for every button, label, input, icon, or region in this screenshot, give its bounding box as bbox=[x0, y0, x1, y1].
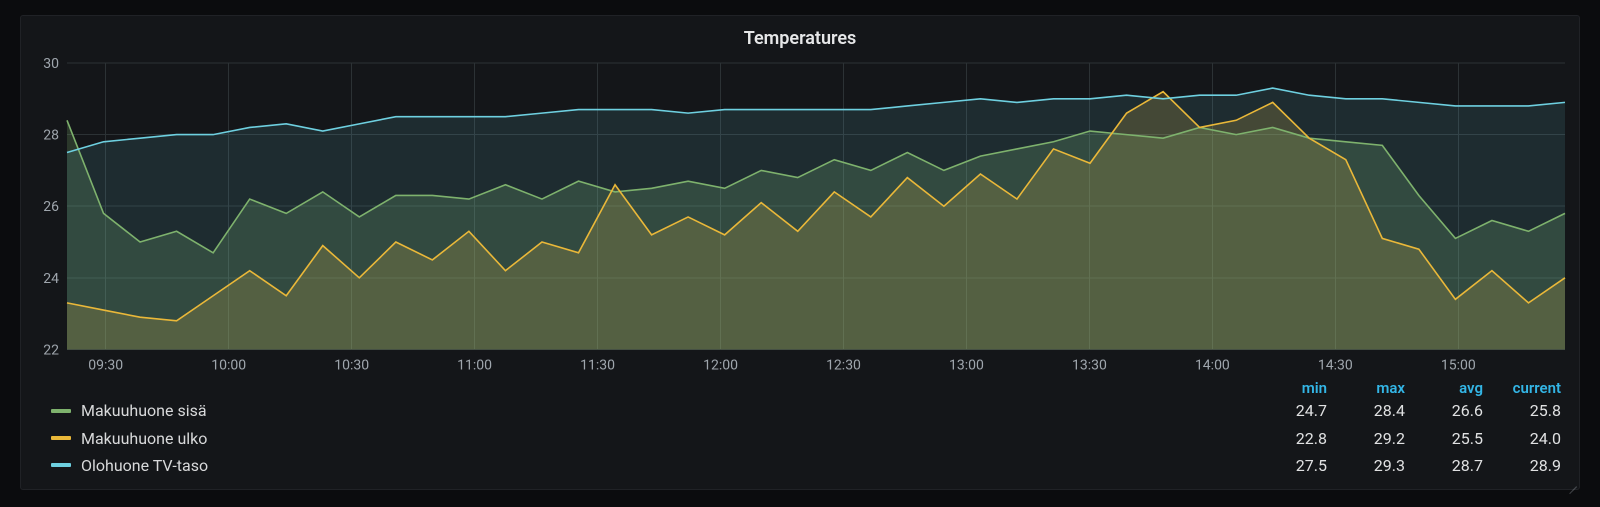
chart-area[interactable]: 22 24 26 28 30 09:30 10:00 10:30 11:00 11:30 12:0… bbox=[21, 57, 1579, 375]
legend-label: Olohuone TV-taso bbox=[81, 452, 1249, 479]
legend-current: 28.9 bbox=[1483, 452, 1561, 479]
legend-col-max: max bbox=[1327, 379, 1405, 397]
legend-values: 27.529.328.728.9 bbox=[1249, 452, 1561, 479]
x-axis: 09:30 10:00 10:30 11:00 11:30 12:00 12:30 13:00… bbox=[88, 357, 1476, 373]
legend-values: 24.728.426.625.8 bbox=[1249, 397, 1561, 424]
svg-text:30: 30 bbox=[43, 57, 59, 72]
temperature-panel: Temperatures 22 24 26 28 30 09:30 10:00 10:30 1… bbox=[20, 15, 1580, 490]
svg-text:09:30: 09:30 bbox=[88, 357, 123, 373]
svg-text:26: 26 bbox=[43, 199, 59, 215]
legend-max: 29.3 bbox=[1327, 452, 1405, 479]
svg-text:13:00: 13:00 bbox=[949, 357, 984, 373]
svg-text:24: 24 bbox=[43, 271, 59, 287]
svg-text:11:30: 11:30 bbox=[580, 357, 615, 373]
legend-max: 28.4 bbox=[1327, 397, 1405, 424]
svg-text:13:30: 13:30 bbox=[1072, 357, 1107, 373]
svg-text:10:30: 10:30 bbox=[334, 357, 369, 373]
svg-text:22: 22 bbox=[43, 342, 59, 358]
resize-handle-icon[interactable] bbox=[1567, 477, 1577, 487]
svg-text:12:30: 12:30 bbox=[826, 357, 861, 373]
svg-text:14:30: 14:30 bbox=[1318, 357, 1353, 373]
svg-text:14:00: 14:00 bbox=[1195, 357, 1230, 373]
legend-col-avg: avg bbox=[1405, 379, 1483, 397]
svg-text:12:00: 12:00 bbox=[703, 357, 738, 373]
legend-col-min: min bbox=[1249, 379, 1327, 397]
svg-text:11:00: 11:00 bbox=[457, 357, 492, 373]
svg-text:10:00: 10:00 bbox=[211, 357, 246, 373]
legend-swatch bbox=[51, 463, 71, 467]
legend-label: Makuuhuone sisä bbox=[81, 397, 1249, 424]
legend-header: min max avg current bbox=[51, 379, 1561, 397]
legend-row[interactable]: Olohuone TV-taso27.529.328.728.9 bbox=[51, 452, 1561, 479]
y-axis: 22 24 26 28 30 bbox=[43, 57, 59, 358]
legend-avg: 25.5 bbox=[1405, 425, 1483, 452]
legend-col-current: current bbox=[1483, 379, 1561, 397]
series-group bbox=[67, 88, 1565, 349]
legend-swatch bbox=[51, 409, 71, 413]
svg-text:28: 28 bbox=[43, 128, 59, 144]
legend-min: 27.5 bbox=[1249, 452, 1327, 479]
panel-title: Temperatures bbox=[21, 16, 1579, 57]
legend-values: 22.829.225.524.0 bbox=[1249, 425, 1561, 452]
legend-current: 24.0 bbox=[1483, 425, 1561, 452]
legend-current: 25.8 bbox=[1483, 397, 1561, 424]
legend-min: 24.7 bbox=[1249, 397, 1327, 424]
legend: min max avg current Makuuhuone sisä24.72… bbox=[21, 375, 1579, 489]
legend-swatch bbox=[51, 436, 71, 440]
legend-row[interactable]: Makuuhuone ulko22.829.225.524.0 bbox=[51, 425, 1561, 452]
line-chart: 22 24 26 28 30 09:30 10:00 10:30 11:00 11:30 12:0… bbox=[21, 57, 1579, 375]
legend-row[interactable]: Makuuhuone sisä24.728.426.625.8 bbox=[51, 397, 1561, 424]
legend-label: Makuuhuone ulko bbox=[81, 425, 1249, 452]
legend-avg: 28.7 bbox=[1405, 452, 1483, 479]
svg-text:15:00: 15:00 bbox=[1441, 357, 1476, 373]
legend-min: 22.8 bbox=[1249, 425, 1327, 452]
legend-max: 29.2 bbox=[1327, 425, 1405, 452]
legend-avg: 26.6 bbox=[1405, 397, 1483, 424]
